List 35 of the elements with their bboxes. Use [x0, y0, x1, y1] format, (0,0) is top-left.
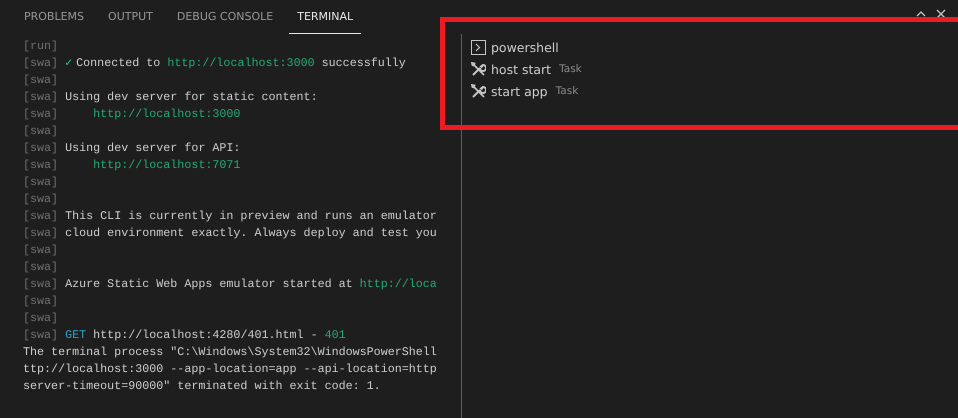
chevron-up-icon[interactable] [916, 11, 926, 17]
terminal-line: [swa] [23, 192, 58, 206]
close-icon[interactable] [936, 9, 946, 19]
tools-icon [471, 62, 486, 76]
panel-tab[interactable]: DEBUG CONSOLE [168, 0, 282, 34]
terminal-line: [swa] Azure Static Web Apps emulator started at http://loca [23, 277, 437, 291]
terminal-line: The terminal process "C:\Windows\System32\WindowsPowerShell [23, 345, 437, 359]
panel-tab[interactable]: TERMINAL [289, 0, 362, 34]
terminal-line: [swa] [23, 124, 58, 138]
terminal-line: [swa] ✓ Connected to http://localhost:3000 successfully [23, 56, 406, 70]
terminal-name[interactable]: powershell [491, 40, 559, 54]
terminal-name[interactable]: start app [491, 84, 548, 98]
terminal-line: [swa] Using dev server for static content: [23, 90, 318, 104]
terminal-name[interactable]: host start [491, 62, 552, 76]
terminal-line: server-timeout=90000" terminated with exit code: 1. [23, 379, 381, 393]
panel-tab[interactable]: OUTPUT [100, 0, 161, 34]
terminal-line: [swa] http://localhost:3000 [23, 107, 240, 121]
terminal-icon [471, 40, 486, 54]
terminal-line: [swa] [23, 73, 58, 87]
panel-tab[interactable]: PROBLEMS [16, 0, 92, 34]
terminal-line: [run] [23, 39, 58, 53]
tools-icon [471, 84, 486, 98]
terminal-type: Task [556, 85, 578, 97]
terminal-line: [swa] [23, 311, 58, 325]
terminal-type: Task [559, 63, 582, 75]
terminal-line: [swa] [23, 260, 58, 274]
terminal-line: [swa] GET http://localhost:4280/401.html - 401 [23, 328, 346, 342]
terminal-line: [swa] [23, 294, 58, 308]
terminal-line: [swa] Using dev server for API: [23, 141, 240, 155]
terminal-line: [swa] This CLI is currently in preview and runs an emulator [23, 209, 437, 223]
terminal-line: [swa] [23, 175, 58, 189]
terminal-line: [swa] http://localhost:7071 [23, 158, 240, 172]
terminal-line: [swa] cloud environment exactly. Always deploy and test you [23, 226, 437, 240]
terminal-line: [swa] [23, 243, 58, 257]
terminal-line: ttp://localhost:3000 --app-location=app --api-location=http [23, 362, 437, 376]
